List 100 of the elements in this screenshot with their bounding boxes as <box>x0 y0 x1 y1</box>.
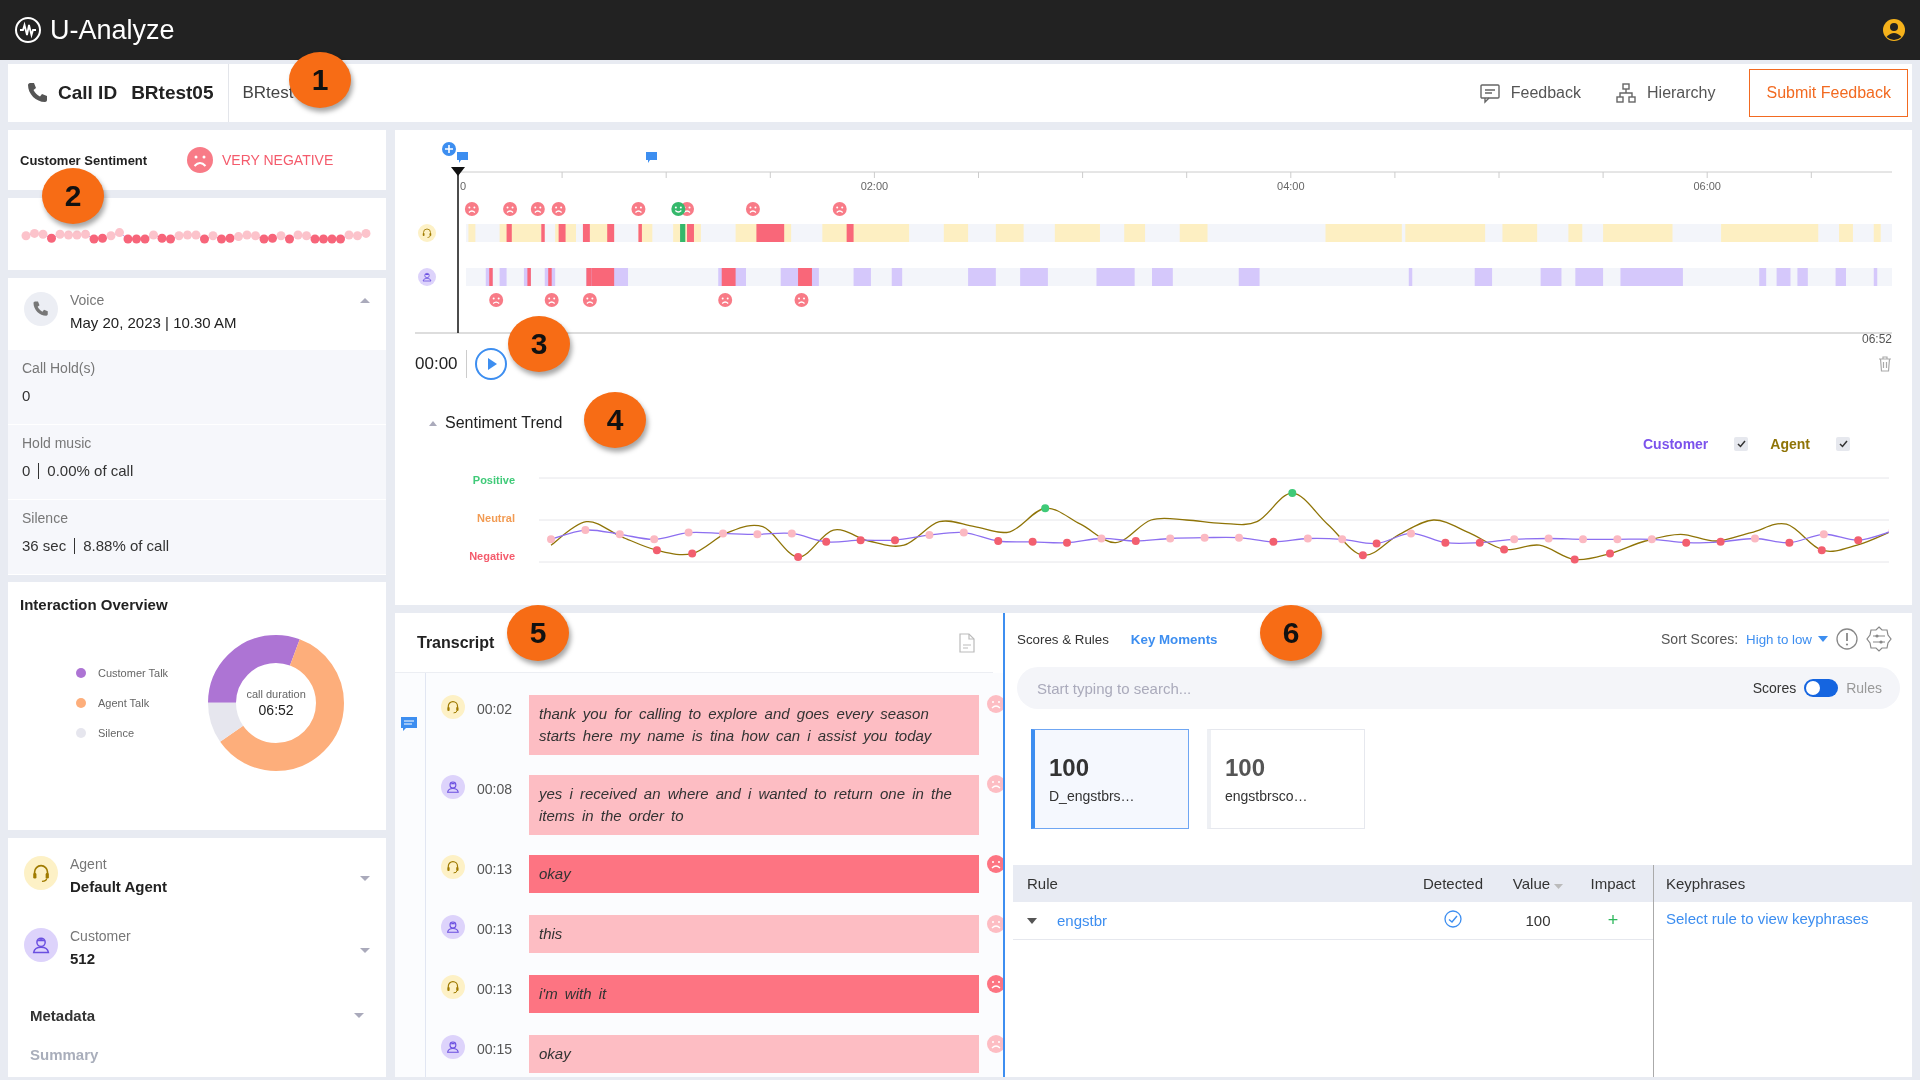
channel-label: Voice <box>70 292 106 308</box>
call-datetime: May 20, 2023 | 10.30 AM <box>70 314 238 331</box>
section-title: Interaction Overview <box>20 596 169 613</box>
column-header: Detected <box>1422 875 1483 892</box>
timestamp: 00:13 <box>476 920 514 937</box>
call-id-value: BRtest05 <box>131 82 214 104</box>
timestamp: 00:13 <box>476 860 514 877</box>
transcript-message: okay <box>529 1035 979 1073</box>
phone-icon <box>26 81 50 105</box>
legend-label: Agent Talk <box>98 697 150 709</box>
sad-face-icon <box>631 202 646 216</box>
sort-label: Sort Scores: <box>1661 631 1739 647</box>
donut-center-label: call duration <box>246 688 306 700</box>
column-header: Rule <box>1027 875 1058 892</box>
sad-face-icon <box>832 202 847 216</box>
sad-face-icon <box>503 202 518 216</box>
stat-value: 36 sec <box>22 537 67 554</box>
play-button[interactable] <box>474 348 507 380</box>
sad-face-icon <box>464 202 479 216</box>
sad-face-icon <box>745 202 760 216</box>
waveform-logo-icon <box>14 16 42 44</box>
participant-name: 512 <box>70 950 97 967</box>
sentiment-trend-toggle[interactable]: Sentiment Trend <box>429 414 563 432</box>
comment-marker-icon[interactable] <box>457 152 468 163</box>
document-icon[interactable] <box>959 632 975 653</box>
sentiment-value: VERY NEGATIVE <box>222 152 334 168</box>
sad-face-icon <box>718 293 733 307</box>
hierarchy-icon <box>1615 82 1637 104</box>
participant-role: Customer <box>70 928 132 944</box>
stat-value: 0 <box>22 387 31 404</box>
tick-label: 0 <box>460 180 467 192</box>
sad-face-icon <box>544 293 559 307</box>
toggle-label: Rules <box>1846 680 1882 696</box>
sentiment-label: Customer Sentiment <box>20 152 149 168</box>
add-comment-icon[interactable] <box>442 142 456 156</box>
series-checkbox[interactable] <box>1734 437 1749 451</box>
panel-title: Transcript <box>417 633 495 652</box>
agent-headset-icon <box>418 224 436 242</box>
toggle-label: Scores <box>1752 680 1797 696</box>
table-cell: 100 <box>1525 912 1551 929</box>
transcript-message: this <box>529 915 979 953</box>
collapse-caret-icon[interactable] <box>360 298 370 303</box>
impact-value: + <box>1607 910 1619 930</box>
sad-face-icon <box>551 202 566 216</box>
sentiment-level-label: Positive <box>472 474 515 486</box>
search-field[interactable]: Start typing to search... <box>1035 678 1753 698</box>
sad-face-icon <box>186 146 214 174</box>
stat-value: 0.00% of call <box>47 462 134 479</box>
legend-label: Customer Talk <box>98 667 169 679</box>
timestamp: 00:13 <box>476 980 514 997</box>
metadata-row[interactable]: Metadata <box>8 992 386 1032</box>
participant-row[interactable]: Agent Default Agent <box>8 848 386 920</box>
participant-row[interactable]: Customer 512 <box>8 920 386 992</box>
score-card[interactable]: 100 engstbrsco… <box>1207 729 1365 829</box>
stat-label: Call Hold(s) <box>22 360 97 376</box>
expand-caret-icon[interactable] <box>1027 917 1037 924</box>
caret-down-icon <box>1818 636 1828 642</box>
sad-face-icon <box>582 293 597 307</box>
settings-icon[interactable] <box>1866 626 1892 652</box>
toggle-switch[interactable] <box>1804 679 1839 697</box>
call-id-label: Call ID <box>58 82 118 104</box>
tick-label: 06:00 <box>1693 180 1721 192</box>
tick-label: 04:00 <box>1277 180 1305 192</box>
comment-marker-icon[interactable] <box>401 717 417 732</box>
trash-icon[interactable] <box>1878 356 1892 372</box>
check-icon <box>1736 440 1746 448</box>
user-avatar-icon[interactable] <box>1882 18 1906 42</box>
person-icon <box>30 934 52 956</box>
stat-label: Silence <box>22 510 69 526</box>
sad-face-icon <box>794 293 809 307</box>
participant-role: Agent <box>70 856 108 872</box>
stat-value: 0 <box>22 462 31 479</box>
score-card[interactable]: 100 D_engstbrs… <box>1031 729 1189 829</box>
info-icon[interactable] <box>1836 628 1858 650</box>
metadata-label: Metadata <box>30 1006 96 1024</box>
participant-name: Default Agent <box>70 878 168 895</box>
column-header: Value <box>1512 875 1551 892</box>
legend-label: Silence <box>98 727 135 739</box>
search-bar[interactable]: Start typing to search... Scores Rules <box>1017 667 1900 709</box>
app-title: U-Analyze <box>50 14 175 46</box>
happy-face-icon <box>671 202 686 216</box>
comment-marker-icon[interactable] <box>646 152 657 163</box>
hierarchy-button[interactable]: Hierarchy <box>1615 82 1716 104</box>
transcript-message: thank you for calling to explore and goes every season starts here my name is tina how can i assist you today <box>529 695 979 755</box>
call-info-header[interactable]: Voice May 20, 2023 | 10.30 AM <box>8 278 386 350</box>
series-label: Customer <box>1642 436 1709 452</box>
feedback-button[interactable]: Feedback <box>1478 82 1581 104</box>
transcript-message: i'm with it <box>529 975 979 1013</box>
series-checkbox[interactable] <box>1836 437 1850 451</box>
end-time: 06:52 <box>1861 332 1892 346</box>
check-icon <box>1838 440 1848 448</box>
score-value: 100 <box>1049 754 1091 782</box>
chat-icon <box>1478 82 1501 104</box>
playhead[interactable] <box>451 167 465 334</box>
stat-label: Hold music <box>22 435 93 451</box>
tab[interactable]: Scores & Rules <box>1017 631 1109 647</box>
score-name: D_engstbrs… <box>1049 788 1136 804</box>
sentiment-level-label: Negative <box>469 550 515 562</box>
timestamp: 00:02 <box>476 700 514 717</box>
transcript-message: yes i received an where and i wanted to return one in the items in the order to <box>529 775 979 835</box>
